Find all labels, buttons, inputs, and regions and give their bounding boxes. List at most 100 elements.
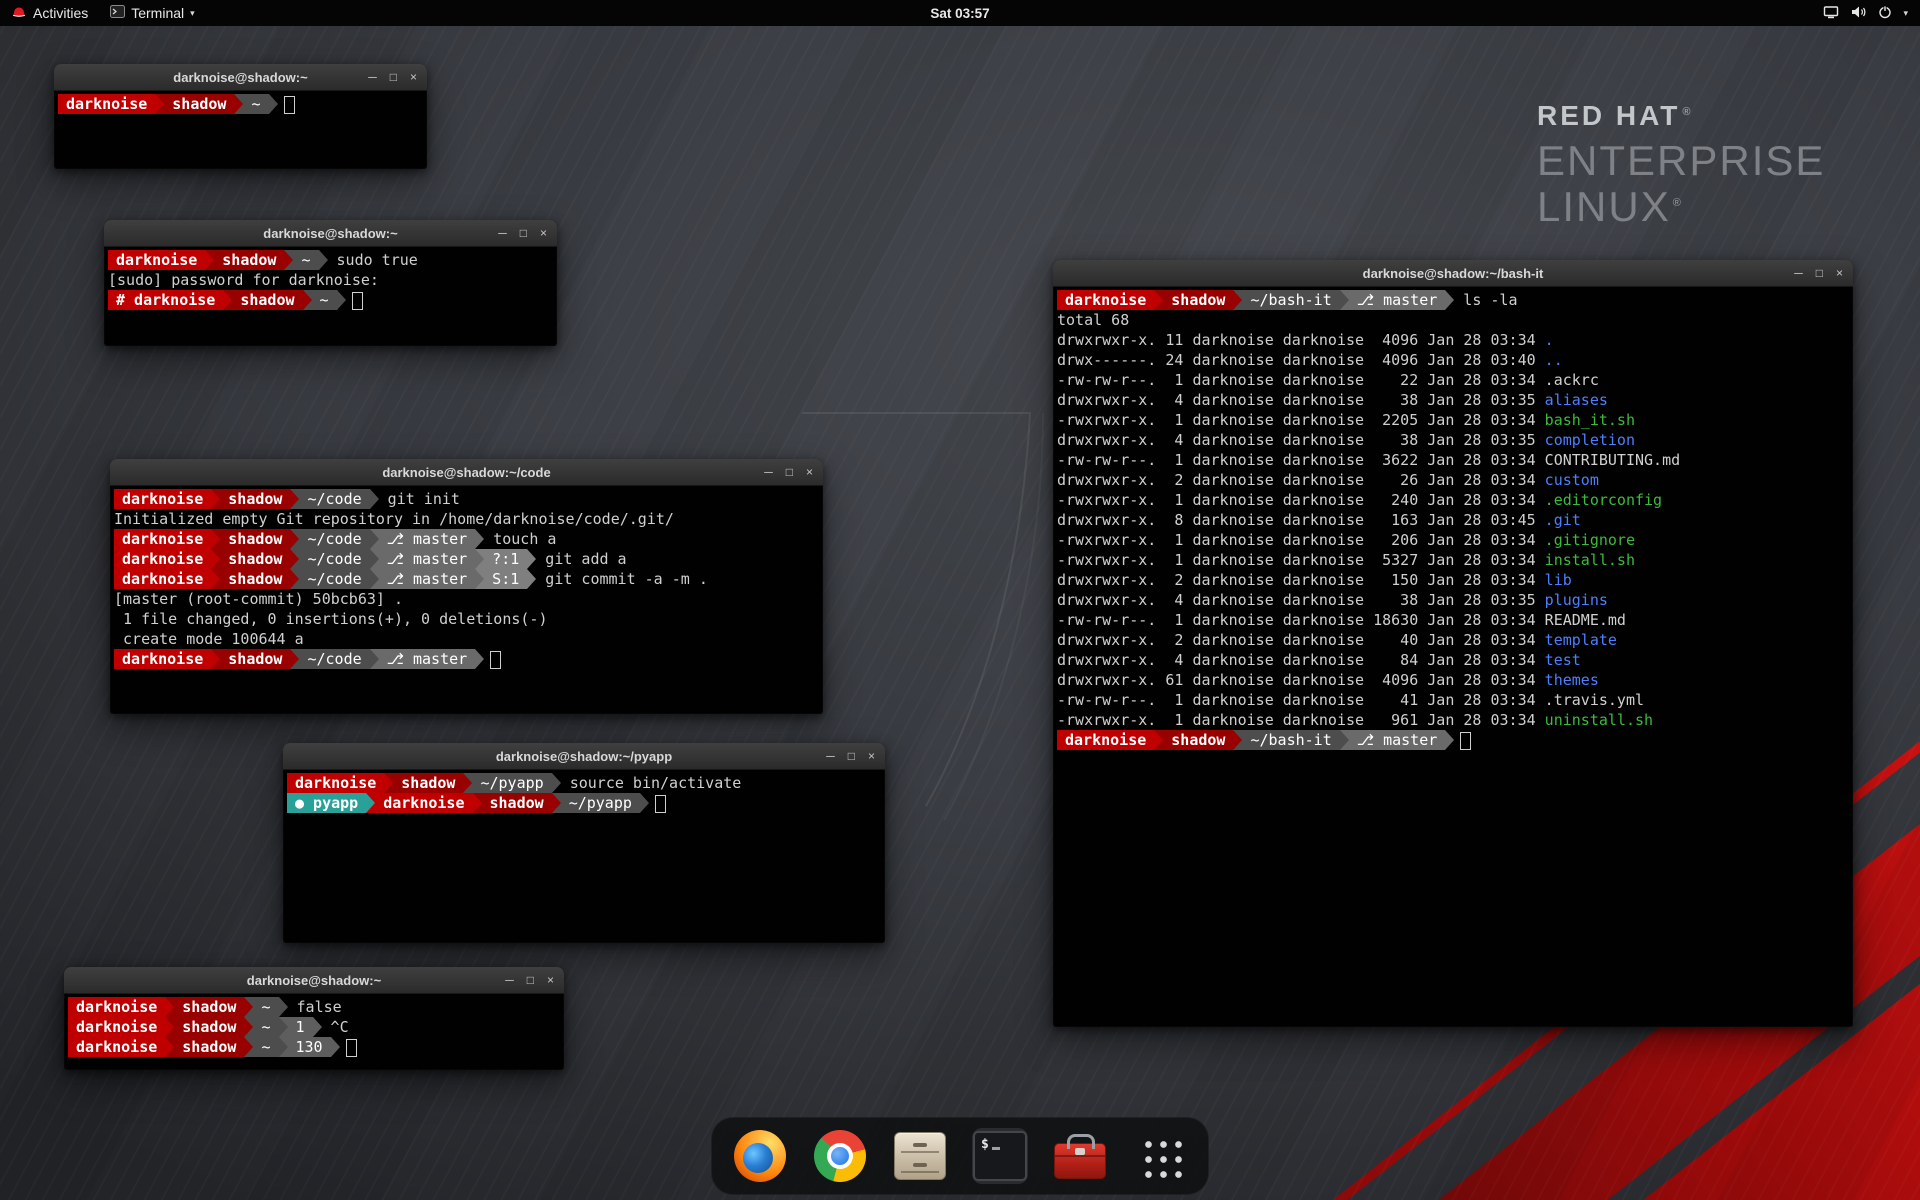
clock[interactable]: Sat 03:57 [930, 6, 989, 21]
ls-columns: drwxrwxr-x. 61 darknoise darknoise 4096 … [1057, 671, 1545, 689]
minimize-button[interactable]: ─ [368, 71, 377, 83]
rhel-wordmark: RED HAT® ENTERPRISE LINUX® [1537, 102, 1825, 232]
terminal-content[interactable]: darknoiseshadow~/bash-it⎇ master ls -lat… [1054, 287, 1852, 1026]
prompt-segment-branch: ⎇ master [379, 569, 476, 589]
window-titlebar[interactable]: darknoise@shadow:~ ─ □ × [64, 967, 564, 994]
window-titlebar[interactable]: darknoise@shadow:~/bash-it ─ □ × [1053, 260, 1853, 287]
powerline-arrow-icon [1340, 290, 1349, 310]
terminal-cursor [1460, 732, 1471, 750]
powerline-arrow-icon [552, 793, 561, 813]
terminal-window-pyapp[interactable]: darknoise@shadow:~/pyapp ─ □ × darknoise… [283, 743, 885, 943]
terminal-content[interactable]: darknoiseshadow~ sudo true[sudo] passwor… [105, 247, 556, 345]
maximize-button[interactable]: □ [786, 466, 793, 478]
close-button[interactable]: × [540, 227, 547, 239]
terminal-window-exit-codes[interactable]: darknoise@shadow:~ ─ □ × darknoise shadow… [64, 967, 564, 1070]
close-button[interactable]: × [547, 974, 554, 986]
terminal-content[interactable]: darknoiseshadow~ [55, 91, 426, 168]
prompt-line: darknoiseshadow~/code⎇ master [114, 649, 819, 669]
dock-item-show-apps[interactable] [1132, 1128, 1188, 1184]
powerline-arrow-icon [211, 649, 220, 669]
prompt-segment-path: ~/code [299, 549, 369, 569]
terminal-window-bash-it[interactable]: darknoise@shadow:~/bash-it ─ □ × darknoi… [1053, 260, 1853, 1027]
output-line: -rwxrwxr-x. 1 darknoise darknoise 961 Ja… [1057, 710, 1849, 730]
minimize-button[interactable]: ─ [826, 750, 835, 762]
maximize-button[interactable]: □ [520, 227, 527, 239]
show-apps-icon [1138, 1134, 1182, 1178]
terminal-window-home-1[interactable]: darknoise@shadow:~ ─ □ × darknoiseshadow… [54, 64, 427, 169]
dock-item-firefox[interactable] [732, 1128, 788, 1184]
window-titlebar[interactable]: darknoise@shadow:~ ─ □ × [104, 220, 557, 247]
ls-columns: drwxrwxr-x. 4 darknoise darknoise 38 Jan… [1057, 591, 1545, 609]
brand-enterprise: ENTERPRISE [1537, 140, 1825, 182]
dock-item-terminal[interactable]: $ [972, 1128, 1028, 1184]
prompt-segment-user: darknoise [114, 569, 211, 589]
close-button[interactable]: × [410, 71, 417, 83]
command-text: ^C [322, 1018, 349, 1036]
window-titlebar[interactable]: darknoise@shadow:~ ─ □ × [54, 64, 427, 91]
terminal-content[interactable]: darknoise shadow ~/code git initInitialize… [111, 486, 822, 713]
window-title: darknoise@shadow:~/pyapp [496, 749, 672, 764]
prompt-segment-host: shadow [220, 569, 290, 589]
system-status-area[interactable]: ▾ [1823, 0, 1920, 26]
file-name: .ackrc [1545, 371, 1599, 389]
activities-button[interactable]: Activities [0, 0, 99, 26]
powerline-arrow-icon [211, 529, 220, 549]
powerline-arrow-icon [205, 250, 214, 270]
powerline-arrow-icon [370, 489, 379, 509]
chevron-down-icon: ▾ [1903, 8, 1908, 19]
powerline-arrow-icon [319, 250, 328, 270]
close-button[interactable]: × [868, 750, 875, 762]
ls-columns: drwxrwxr-x. 11 darknoise darknoise 4096 … [1057, 331, 1545, 349]
prompt-line: ● pyappdarknoiseshadow~/pyapp [287, 793, 881, 813]
prompt-segment-host: shadow [1163, 290, 1233, 310]
window-titlebar[interactable]: darknoise@shadow:~/pyapp ─ □ × [283, 743, 885, 770]
prompt-segment-venv: ● pyapp [287, 793, 366, 813]
ls-columns: -rw-rw-r--. 1 darknoise darknoise 41 Jan… [1057, 691, 1545, 709]
prompt-segment-host: shadow [220, 649, 290, 669]
prompt-segment-path: ~ [253, 1037, 278, 1057]
output-line: drwxrwxr-x. 61 darknoise darknoise 4096 … [1057, 670, 1849, 690]
powerline-arrow-icon [527, 569, 536, 589]
maximize-button[interactable]: □ [848, 750, 855, 762]
dock-item-toolbox[interactable] [1052, 1128, 1108, 1184]
dock-item-chrome[interactable] [812, 1128, 868, 1184]
window-title: darknoise@shadow:~ [247, 973, 381, 988]
prompt-segment-host: shadow [174, 1037, 244, 1057]
powerline-arrow-icon [475, 569, 484, 589]
terminal-window-code[interactable]: darknoise@shadow:~/code ─ □ × darknoises… [110, 459, 823, 714]
prompt-segment-path: ~ [312, 290, 337, 310]
output-line: -rwxrwxr-x. 1 darknoise darknoise 240 Ja… [1057, 490, 1849, 510]
output-line: Initialized empty Git repository in /hom… [114, 509, 819, 529]
powerline-arrow-icon [370, 529, 379, 549]
brand-red-hat: RED HAT® [1537, 102, 1825, 130]
maximize-button[interactable]: □ [390, 71, 397, 83]
minimize-button[interactable]: ─ [764, 466, 773, 478]
prompt-segment-code: 130 [288, 1037, 331, 1057]
maximize-button[interactable]: □ [1816, 267, 1823, 279]
app-menu-terminal[interactable]: Terminal ▾ [99, 0, 205, 26]
terminal-content[interactable]: darknoiseshadow~ falsedarknoiseshadow~1 … [65, 994, 563, 1069]
display-icon [1823, 5, 1839, 22]
prompt-line: darknoiseshadow~/pyapp source bin/activa… [287, 773, 881, 793]
close-button[interactable]: × [1836, 267, 1843, 279]
dock-item-files[interactable] [892, 1128, 948, 1184]
maximize-button[interactable]: □ [527, 974, 534, 986]
prompt-segment-path: ~ [253, 997, 278, 1017]
prompt-segment-host: shadow [164, 94, 234, 114]
powerline-arrow-icon [475, 649, 484, 669]
minimize-button[interactable]: ─ [505, 974, 514, 986]
command-text: touch a [484, 530, 556, 548]
prompt-segment-user: darknoise [68, 997, 165, 1017]
minimize-button[interactable]: ─ [498, 227, 507, 239]
close-button[interactable]: × [806, 466, 813, 478]
top-bar: Activities Terminal ▾ Sat 03:57 ▾ [0, 0, 1920, 26]
window-titlebar[interactable]: darknoise@shadow:~/code ─ □ × [110, 459, 823, 486]
output-line: -rw-rw-r--. 1 darknoise darknoise 22 Jan… [1057, 370, 1849, 390]
terminal-content[interactable]: darknoiseshadow~/pyapp source bin/activa… [284, 770, 884, 942]
files-icon [894, 1132, 946, 1180]
terminal-window-sudo[interactable]: darknoise@shadow:~ ─ □ × darknoiseshadow… [104, 220, 557, 346]
ls-columns: drwxrwxr-x. 4 darknoise darknoise 84 Jan… [1057, 651, 1545, 669]
minimize-button[interactable]: ─ [1794, 267, 1803, 279]
terminal-app-icon [110, 5, 125, 21]
command-text: git init [379, 490, 460, 508]
